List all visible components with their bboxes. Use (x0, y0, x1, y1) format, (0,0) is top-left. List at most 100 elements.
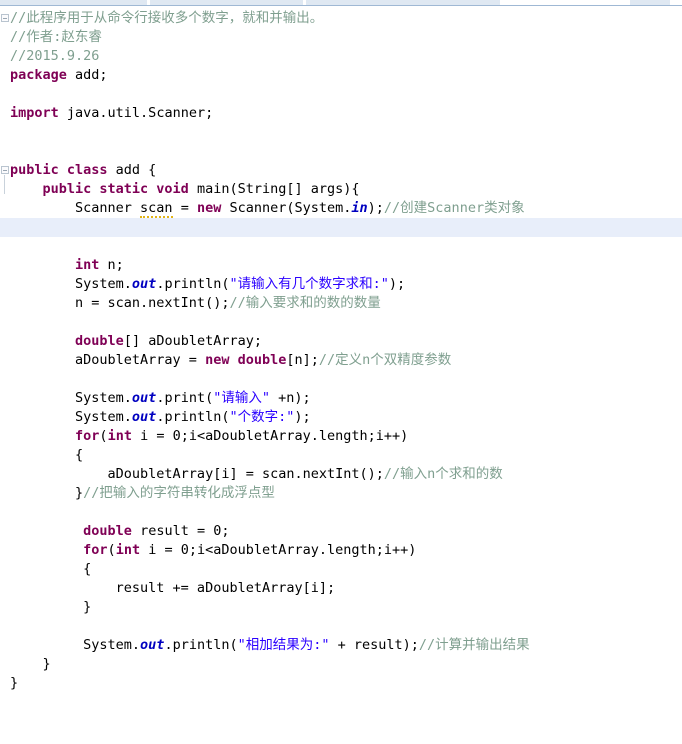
code-line[interactable]: System.out.println("请输入有几个数字求和:"); (0, 275, 682, 294)
code-token-str: "请输入" (213, 390, 270, 406)
code-token-plain: ( (99, 428, 108, 444)
code-line-text: double result = 0; (0, 522, 229, 541)
code-line[interactable]: aDoubletArray[i] = scan.nextInt();//输入n个… (0, 465, 682, 484)
code-line[interactable] (0, 617, 682, 636)
code-line[interactable]: System.out.println("相加结果为:" + result);//… (0, 636, 682, 655)
code-token-plain: + result); (329, 637, 419, 653)
code-line-text: { (0, 560, 91, 579)
code-line[interactable]: }//把输入的字符串转化成浮点型 (0, 484, 682, 503)
code-line[interactable]: import java.util.Scanner; (0, 104, 682, 123)
code-token-plain: System. (10, 637, 141, 653)
code-line-text: //作者:赵东睿 (0, 28, 102, 47)
code-line[interactable] (0, 313, 682, 332)
code-line[interactable]: } (0, 674, 682, 693)
code-token-kw: for (75, 428, 100, 444)
code-line[interactable]: int n; (0, 256, 682, 275)
code-line[interactable] (0, 142, 682, 161)
code-token-cmt: //输入n个求和的数 (383, 466, 503, 482)
code-token-cmt: //把输入的字符串转化成浮点型 (83, 485, 275, 501)
code-token-plain: System. (10, 276, 132, 292)
code-token-cmt: //输入要求和的数的数量 (229, 295, 381, 311)
code-line[interactable]: result += aDoubletArray[i]; (0, 579, 682, 598)
code-token-kw: import (10, 105, 59, 121)
code-line[interactable] (0, 123, 682, 142)
code-line[interactable]: public static void main(String[] args){ (0, 180, 682, 199)
code-line-text: result += aDoubletArray[i]; (0, 579, 335, 598)
code-token-kw: public static void (42, 181, 189, 197)
code-token-kw: package (10, 67, 67, 83)
code-line[interactable]: } (0, 655, 682, 674)
code-token-plain: result = 0; (131, 523, 230, 539)
code-line[interactable]: //此程序用于从命令行接收多个数字，就和并输出。 (0, 9, 682, 28)
code-line[interactable]: double[] aDoubletArray; (0, 332, 682, 351)
code-token-fld: in (351, 200, 368, 216)
code-line-text: System.out.println("请输入有几个数字求和:"); (0, 275, 405, 294)
code-line[interactable] (0, 693, 682, 712)
code-line[interactable] (0, 712, 682, 731)
code-area[interactable]: //此程序用于从命令行接收多个数字，就和并输出。 //作者:赵东睿 //2015.9… (0, 6, 682, 744)
code-token-fld: out (131, 409, 157, 425)
code-line[interactable]: //2015.9.26 (0, 47, 682, 66)
java-source-editor[interactable]: //此程序用于从命令行接收多个数字，就和并输出。 //作者:赵东睿 //2015.9… (0, 6, 682, 744)
code-line[interactable]: package add; (0, 66, 682, 85)
code-line[interactable]: { (0, 560, 682, 579)
code-line[interactable] (0, 503, 682, 522)
code-line[interactable]: Scanner scan = new Scanner(System.in);//… (0, 199, 682, 218)
code-token-plain: add { (107, 162, 157, 178)
code-token-plain: ( (107, 542, 116, 558)
code-line-text: System.out.println("个数字:"); (0, 408, 311, 427)
code-line[interactable]: double result = 0; (0, 522, 682, 541)
code-token-plain: main(String[] args){ (188, 181, 360, 197)
code-token-plain: .println( (164, 637, 238, 653)
code-token-plain: .println( (156, 409, 230, 425)
code-line[interactable] (0, 370, 682, 389)
code-line[interactable]: //作者:赵东睿 (0, 28, 682, 47)
code-token-plain: [n]; (286, 352, 319, 368)
code-token-fld: out (131, 276, 157, 292)
code-line[interactable]: System.out.print("请输入" +n); (0, 389, 682, 408)
code-line[interactable] (0, 85, 682, 104)
code-line-text: int n; (0, 256, 124, 275)
code-line[interactable]: for(int i = 0;i<aDoubletArray.length;i++… (0, 427, 682, 446)
code-line-text: aDoubletArray = new double[n];//定义n个双精度参… (0, 351, 451, 370)
code-line[interactable]: { (0, 446, 682, 465)
code-line-text: } (0, 674, 18, 693)
code-line[interactable] (0, 237, 682, 256)
code-line-text: n = scan.nextInt();//输入要求和的数的数量 (0, 294, 381, 313)
code-line-text: for(int i = 0;i<aDoubletArray.length;i++… (0, 541, 416, 560)
code-line[interactable]: aDoubletArray = new double[n];//定义n个双精度参… (0, 351, 682, 370)
code-line[interactable]: public class add { (0, 161, 682, 180)
code-token-plain: n = scan.nextInt(); (10, 295, 230, 311)
code-line[interactable]: System.out.println("个数字:"); (0, 408, 682, 427)
code-token-str: "请输入有几个数字求和:" (229, 276, 389, 292)
code-token-plain: add; (66, 67, 108, 83)
code-line[interactable]: n = scan.nextInt();//输入要求和的数的数量 (0, 294, 682, 313)
code-token-kw: int (75, 257, 100, 273)
code-token-cmt: //2015.9.26 (10, 48, 100, 64)
code-token-plain: java.util.Scanner; (58, 105, 214, 121)
code-line[interactable]: } (0, 598, 682, 617)
code-token-plain: aDoubletArray = (10, 352, 206, 368)
code-token-plain: { (10, 561, 92, 577)
code-line-text: public class add { (0, 161, 156, 180)
code-token-plain: ); (294, 409, 311, 425)
code-token-plain: +n); (269, 390, 311, 406)
code-token-kw: new (196, 200, 222, 216)
code-line[interactable]: for(int i = 0;i<aDoubletArray.length;i++… (0, 541, 682, 560)
code-line-text: } (0, 598, 91, 617)
code-token-cmt: //此程序用于从命令行接收多个数字，就和并输出。 (10, 10, 324, 26)
code-token-plain: Scanner(System. (221, 200, 352, 216)
code-line-text: package add; (0, 66, 108, 85)
code-token-plain: ); (388, 276, 406, 292)
code-token-cmt: //创建Scanner类对象 (383, 200, 525, 216)
code-line[interactable] (0, 218, 682, 237)
code-token-kw: new double (205, 352, 287, 368)
